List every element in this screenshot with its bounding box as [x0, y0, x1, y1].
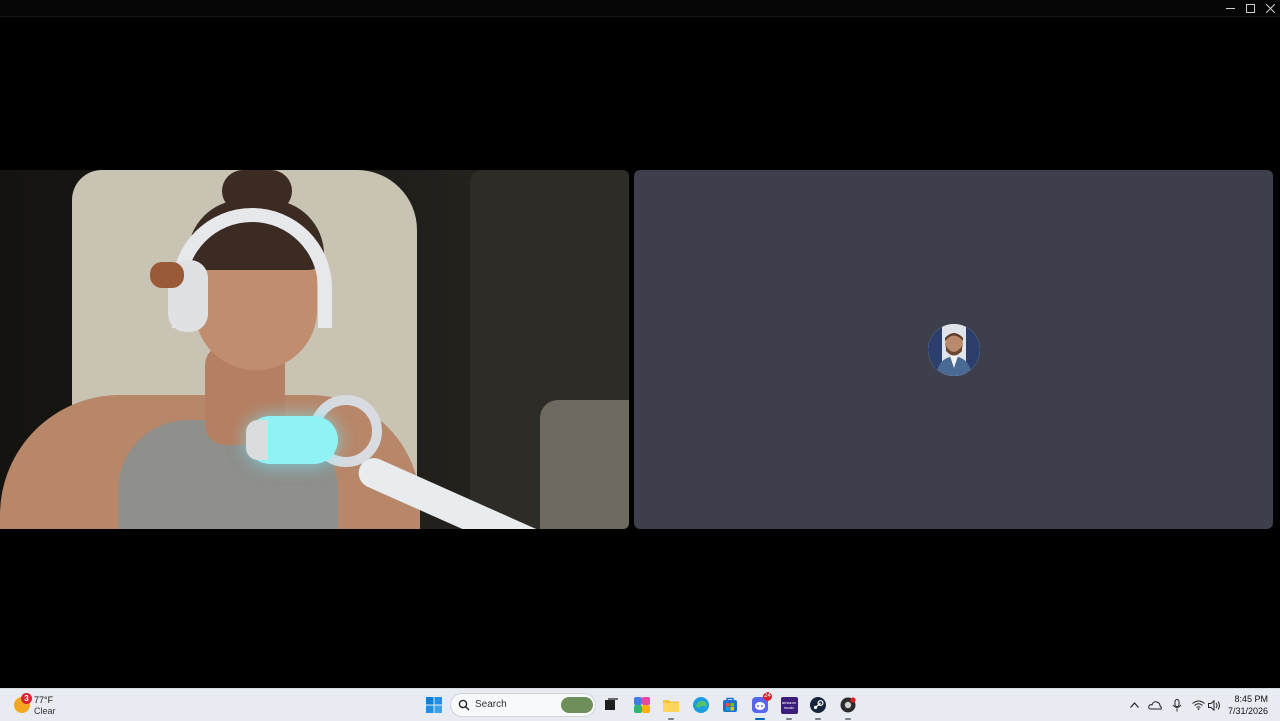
taskbar-search[interactable]: Search	[450, 693, 596, 717]
microphone-icon	[1172, 698, 1182, 711]
close-button[interactable]	[1260, 0, 1280, 16]
clock-date: 7/31/2026	[1227, 706, 1268, 716]
wifi-button[interactable]	[1191, 698, 1205, 712]
camera-feed	[0, 170, 629, 529]
wifi-icon	[1191, 700, 1205, 710]
steam-icon	[810, 697, 826, 713]
weather-badge: 3	[21, 693, 32, 704]
task-view-icon	[605, 698, 618, 710]
store-button[interactable]	[718, 693, 742, 717]
amazon-music-icon: amazon music	[780, 696, 798, 714]
store-icon	[723, 697, 737, 712]
participant-video-tile[interactable]	[0, 170, 629, 529]
weather-temperature: 77°F	[34, 695, 54, 705]
taskbar-clock[interactable]: 8:45 PM 7/31/2026	[1208, 693, 1268, 717]
discord-notification-badge: 24	[763, 692, 772, 701]
onedrive-button[interactable]	[1148, 698, 1162, 712]
windows-logo-icon	[426, 697, 442, 713]
record-icon	[840, 697, 856, 713]
search-icon	[458, 699, 470, 711]
start-button[interactable]	[422, 693, 446, 717]
chevron-up-icon	[1129, 702, 1139, 708]
taskbar: 3 77°F Clear Search 24 amazon music 8:45…	[0, 688, 1280, 721]
file-explorer-button[interactable]	[659, 693, 683, 720]
close-icon	[1265, 3, 1275, 13]
minimize-icon	[1225, 7, 1235, 9]
participant-avatar-tile[interactable]	[634, 170, 1273, 529]
amazon-music-label: amazon music	[781, 700, 797, 710]
maximize-button[interactable]	[1240, 0, 1260, 16]
minimize-button[interactable]	[1220, 0, 1240, 16]
obs-button[interactable]	[836, 693, 860, 720]
discord-button[interactable]: 24	[748, 692, 772, 720]
onedrive-icon	[1148, 701, 1162, 710]
window-titlebar	[0, 0, 1280, 17]
maximize-icon	[1245, 3, 1255, 13]
user-avatar	[928, 324, 980, 376]
edge-icon	[693, 697, 709, 713]
microphone-button[interactable]	[1170, 698, 1184, 712]
copilot-button[interactable]	[630, 693, 654, 717]
call-stage	[0, 17, 1280, 688]
window-controls	[1220, 0, 1280, 16]
steam-button[interactable]	[806, 693, 830, 720]
clock-time: 8:45 PM	[1234, 694, 1268, 704]
task-view-button[interactable]	[599, 693, 623, 717]
copilot-icon	[634, 697, 650, 713]
amazon-music-button[interactable]: amazon music	[777, 693, 801, 720]
search-highlight-image	[561, 697, 593, 713]
search-placeholder: Search	[475, 699, 507, 710]
folder-icon	[663, 700, 679, 712]
edge-button[interactable]	[689, 693, 713, 717]
show-hidden-icons-button[interactable]	[1127, 698, 1141, 712]
weather-widget[interactable]: 3 77°F Clear	[12, 693, 72, 717]
weather-condition: Clear	[34, 706, 56, 716]
